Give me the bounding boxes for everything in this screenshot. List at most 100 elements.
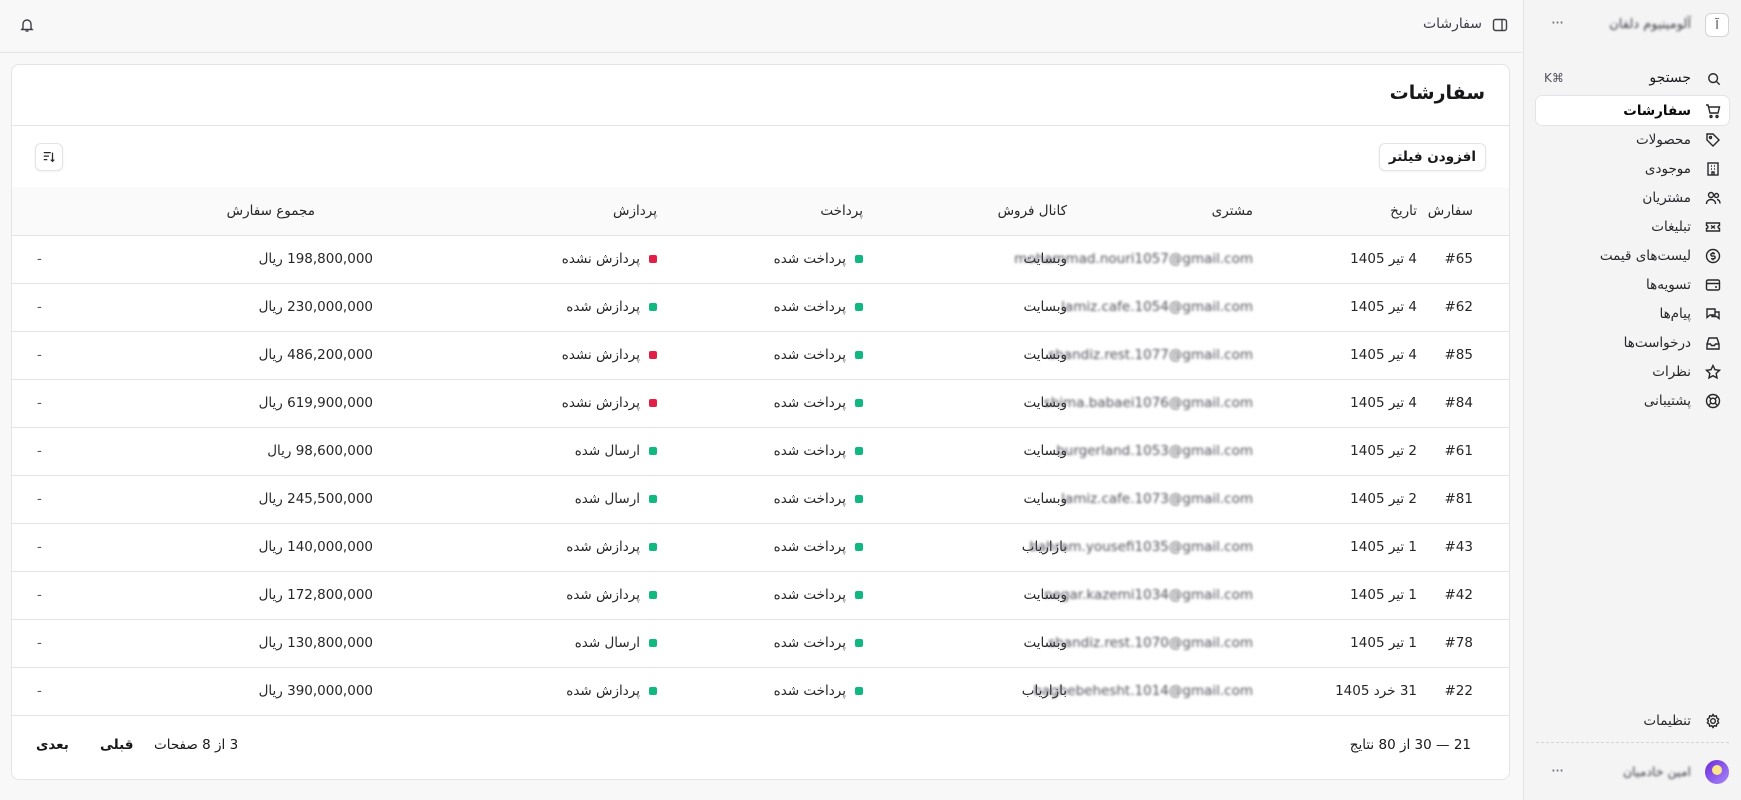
table-row[interactable]: #42 1 تیر 1405 negar.kazemi1034@gmail.com و… bbox=[12, 571, 1509, 619]
table-row[interactable]: #81 2 تیر 1405 lamiz.cafe.1073@gmail.com وب… bbox=[12, 475, 1509, 523]
payment-status-label: پرداخت شده bbox=[773, 635, 846, 651]
fulfillment-status: پردازش نشده bbox=[451, 331, 657, 379]
order-total: 619,900,000 ریال - bbox=[12, 379, 451, 427]
fulfillment-status: ارسال شده bbox=[451, 619, 657, 667]
table-row[interactable]: #78 1 تیر 1405 shandiz.rest.1070@gmail.com… bbox=[12, 619, 1509, 667]
order-total: 390,000,000 ریال - bbox=[12, 667, 451, 715]
customer-email-text: mohammad.nouri1057@gmail.com bbox=[1014, 251, 1253, 267]
payment-status-label: پرداخت شده bbox=[773, 539, 846, 555]
payment-status-dot bbox=[855, 591, 863, 599]
sort-button[interactable] bbox=[35, 143, 63, 171]
order-id: #78 bbox=[1444, 635, 1474, 651]
prev-page-button[interactable]: قبلی bbox=[100, 737, 134, 753]
next-page-button[interactable]: بعدی bbox=[36, 737, 69, 753]
sidebar-item-customers[interactable]: مشتریان bbox=[1536, 183, 1729, 212]
sidebar: آ آلومینیوم دلفان ··· جستجو K⌘ سفارشات م… bbox=[1523, 0, 1741, 800]
page-title: سفارشات bbox=[1389, 82, 1485, 104]
payment-status: پرداخت شده bbox=[657, 235, 863, 283]
tag-icon bbox=[1705, 132, 1721, 148]
table-row[interactable]: #84 4 تیر 1405 shima.babaei1076@gmail.com و… bbox=[12, 379, 1509, 427]
order-date: 2 تیر 1405 bbox=[1350, 443, 1417, 459]
orders-table: سفارش تاریخ مشتری کانال فروش پرداخت پردا… bbox=[12, 187, 1509, 716]
order-total: 486,200,000 ریال - bbox=[12, 331, 451, 379]
sidebar-divider bbox=[1536, 742, 1729, 743]
row-extra: - bbox=[37, 586, 42, 603]
table-row[interactable]: #22 31 خرد 1405 baghebehesht.1014@gmail.co… bbox=[12, 667, 1509, 715]
sidebar-item-price-lists[interactable]: لیست‌های قیمت bbox=[1536, 241, 1729, 270]
sidebar-toggle-icon[interactable] bbox=[1492, 17, 1508, 33]
order-date: 31 خرد 1405 bbox=[1335, 683, 1417, 699]
payment-status: پرداخت شده bbox=[657, 619, 863, 667]
column-header-fulfillment[interactable]: پردازش bbox=[451, 187, 657, 236]
table-row[interactable]: #65 4 تیر 1405 mohammad.nouri1057@gmail.co… bbox=[12, 235, 1509, 283]
column-header-payment[interactable]: پرداخت bbox=[657, 187, 863, 236]
payment-status-dot bbox=[855, 399, 863, 407]
payment-status: پرداخت شده bbox=[657, 571, 863, 619]
payment-status-label: پرداخت شده bbox=[773, 395, 846, 411]
sidebar-item-label: محصولات bbox=[1635, 131, 1691, 148]
search-label: جستجو bbox=[1649, 70, 1691, 86]
avatar bbox=[1705, 760, 1729, 784]
sidebar-item-messages[interactable]: پیام‌ها bbox=[1536, 299, 1729, 328]
add-filter-button[interactable]: افزودن فیلتر bbox=[1378, 143, 1486, 171]
store-switcher[interactable]: آ آلومینیوم دلفان ··· bbox=[1536, 13, 1729, 39]
sidebar-item-label: پشتیبانی bbox=[1643, 392, 1691, 409]
table-row[interactable]: #43 1 تیر 1405 bahram.yousefi1035@gmail.co… bbox=[12, 523, 1509, 571]
order-total: 172,800,000 ریال - bbox=[12, 571, 451, 619]
order-total-value: 172,800,000 ریال bbox=[258, 587, 373, 603]
column-header-total[interactable]: مجموع سفارش bbox=[12, 187, 451, 236]
column-header-channel[interactable]: کانال فروش bbox=[863, 187, 1067, 236]
sidebar-item-products[interactable]: محصولات bbox=[1536, 125, 1729, 154]
user-more-button[interactable]: ··· bbox=[1546, 763, 1568, 782]
customer-email-text: shandiz.rest.1077@gmail.com bbox=[1048, 347, 1253, 363]
row-extra: - bbox=[37, 250, 42, 267]
fulfillment-status-label: ارسال شده bbox=[574, 491, 640, 507]
sidebar-item-promotions[interactable]: تبلیغات bbox=[1536, 212, 1729, 241]
payment-status: پرداخت شده bbox=[657, 667, 863, 715]
fulfillment-status-label: پردازش شده bbox=[566, 539, 640, 555]
order-id: #85 bbox=[1444, 347, 1474, 363]
row-extra: - bbox=[37, 442, 42, 459]
sidebar-item-settings[interactable]: تنظیمات bbox=[1536, 706, 1729, 735]
divider bbox=[12, 715, 1509, 716]
sidebar-item-settlements[interactable]: تسویه‌ها bbox=[1536, 270, 1729, 299]
column-header-date[interactable]: تاریخ bbox=[1253, 187, 1417, 236]
customer-email: burgerland.1053@gmail.com bbox=[1056, 427, 1253, 475]
customer-email-text: shandiz.rest.1070@gmail.com bbox=[1048, 635, 1253, 651]
column-header-order[interactable]: سفارش bbox=[1417, 187, 1509, 236]
payment-status-label: پرداخت شده bbox=[773, 299, 846, 315]
sidebar-item-label: سفارشات bbox=[1623, 102, 1691, 119]
table-row[interactable]: #85 4 تیر 1405 shandiz.rest.1077@gmail.com… bbox=[12, 331, 1509, 379]
column-header-customer[interactable]: مشتری bbox=[1067, 187, 1253, 236]
fulfillment-status-label: پردازش شده bbox=[566, 299, 640, 315]
fulfillment-status: پردازش نشده bbox=[451, 235, 657, 283]
cart-icon bbox=[1705, 103, 1721, 119]
bell-icon[interactable] bbox=[19, 17, 35, 33]
sidebar-item-inventory[interactable]: موجودی bbox=[1536, 154, 1729, 183]
breadcrumb[interactable]: سفارشات bbox=[1423, 16, 1482, 32]
sidebar-item-reviews[interactable]: نظرات bbox=[1536, 357, 1729, 386]
customer-email: shandiz.rest.1070@gmail.com bbox=[1048, 619, 1253, 667]
order-total-value: 230,000,000 ریال bbox=[258, 299, 373, 315]
table-row[interactable]: #61 2 تیر 1405 burgerland.1053@gmail.com وب… bbox=[12, 427, 1509, 475]
chat-icon bbox=[1705, 306, 1721, 322]
sidebar-item-orders[interactable]: سفارشات bbox=[1536, 96, 1729, 125]
fulfillment-status-label: پردازش شده bbox=[566, 587, 640, 603]
payment-status-label: پرداخت شده bbox=[773, 683, 846, 699]
sidebar-item-label: تنظیمات bbox=[1643, 712, 1691, 729]
fulfillment-status: ارسال شده bbox=[451, 427, 657, 475]
sidebar-item-support[interactable]: پشتیبانی bbox=[1536, 386, 1729, 415]
table-row[interactable]: #62 4 تیر 1405 lamiz.cafe.1054@gmail.com وب… bbox=[12, 283, 1509, 331]
customer-email-text: burgerland.1053@gmail.com bbox=[1056, 443, 1253, 459]
payment-status-label: پرداخت شده bbox=[773, 347, 846, 363]
customer-email-text: shima.babaei1076@gmail.com bbox=[1043, 395, 1253, 411]
sidebar-search[interactable]: جستجو K⌘ bbox=[1536, 68, 1729, 90]
payment-status-dot bbox=[855, 495, 863, 503]
sales-channel: وبسایت bbox=[1023, 395, 1067, 411]
user-menu[interactable]: امین خادمیان ··· bbox=[1536, 758, 1729, 786]
sidebar-item-requests[interactable]: درخواست‌ها bbox=[1536, 328, 1729, 357]
order-id: #62 bbox=[1444, 299, 1474, 315]
store-more-button[interactable]: ··· bbox=[1546, 15, 1568, 34]
fulfillment-status: پردازش شده bbox=[451, 523, 657, 571]
row-extra: - bbox=[37, 394, 42, 411]
